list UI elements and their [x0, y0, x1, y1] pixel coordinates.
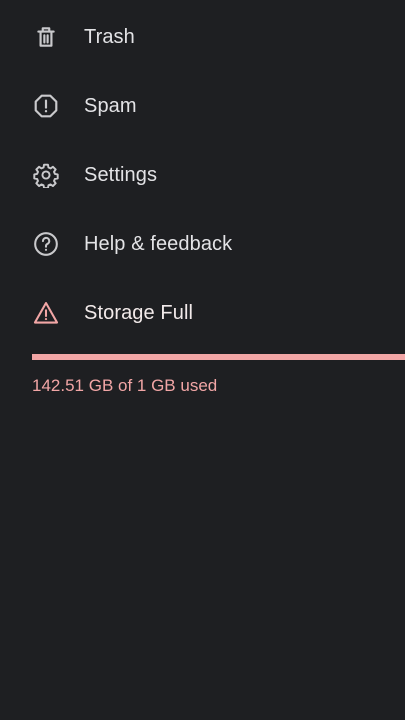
gear-icon	[33, 162, 59, 188]
menu-item-help-feedback-label: Help & feedback	[84, 232, 233, 255]
warning-icon	[33, 300, 59, 326]
storage-usage-bar-fill	[32, 354, 405, 360]
menu-item-trash-label: Trash	[84, 25, 135, 48]
storage-usage-text: 142.51 GB of 1 GB used	[32, 376, 218, 395]
navigation-drawer: Trash Spam Settings Help & feedback Stor…	[0, 0, 405, 720]
menu-item-settings-label: Settings	[84, 163, 158, 186]
menu-item-help-feedback[interactable]: Help & feedback	[0, 214, 405, 274]
spam-icon	[33, 93, 59, 119]
menu-item-spam[interactable]: Spam	[0, 76, 405, 136]
menu-item-storage-full[interactable]: Storage Full	[0, 283, 405, 343]
menu-item-settings[interactable]: Settings	[0, 145, 405, 205]
menu-item-trash[interactable]: Trash	[0, 7, 405, 67]
menu-item-storage-full-label: Storage Full	[84, 301, 194, 324]
trash-icon	[33, 24, 59, 50]
storage-usage-bar	[32, 354, 405, 360]
help-icon	[33, 231, 59, 257]
menu-item-spam-label: Spam	[84, 94, 137, 117]
